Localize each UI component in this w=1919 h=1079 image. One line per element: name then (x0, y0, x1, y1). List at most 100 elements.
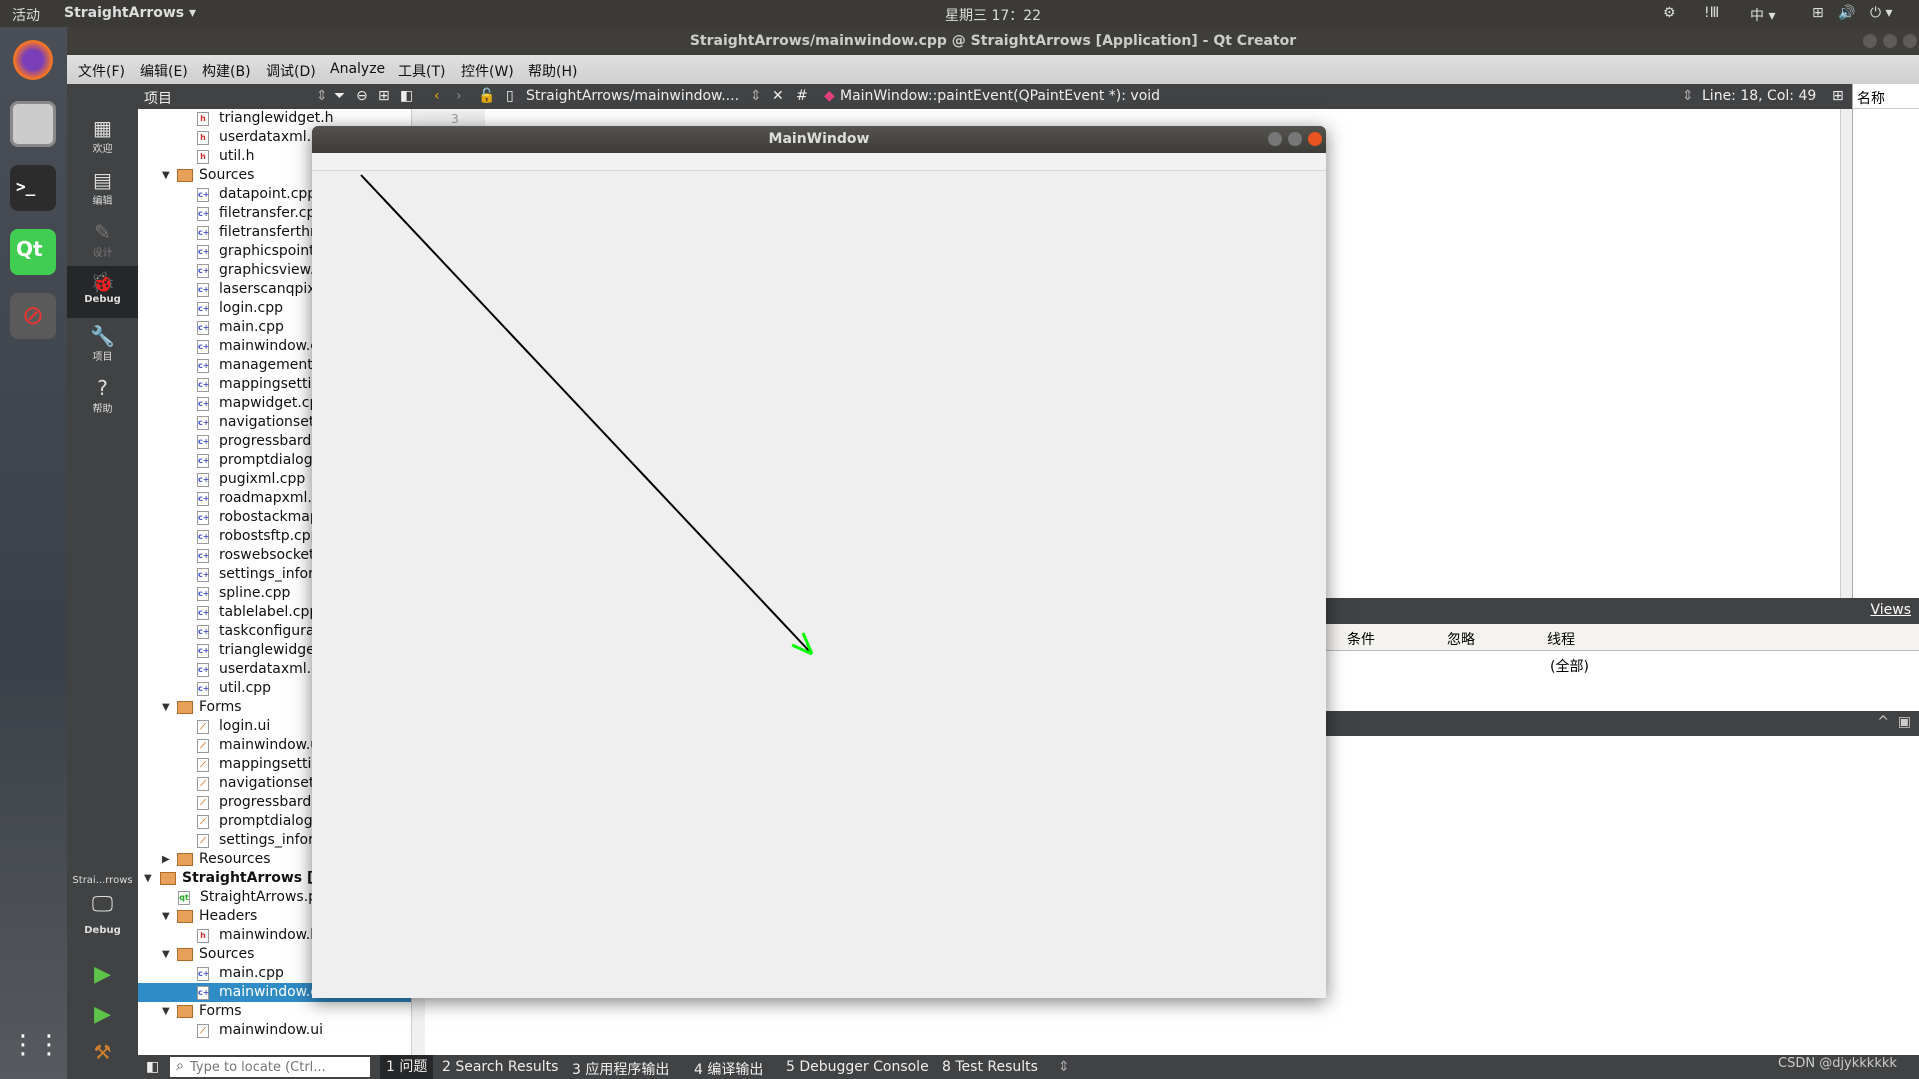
arrow-canvas (360, 174, 814, 656)
tab-app-output[interactable]: 3 应用程序输出 (572, 1059, 669, 1079)
column-condition[interactable]: 条件 (1347, 629, 1375, 649)
symbol-selector[interactable]: MainWindow::paintEvent(QPaintEvent *): v… (840, 88, 1160, 104)
minimize-button[interactable] (1863, 34, 1877, 48)
tab-debugger-console[interactable]: 5 Debugger Console (786, 1059, 929, 1075)
maximize-panel-icon[interactable]: ▣ (1898, 714, 1911, 730)
locate-input[interactable] (170, 1057, 370, 1077)
tab-issues[interactable]: 1 问题 (380, 1055, 434, 1079)
cpp-file-icon: c+ (197, 663, 209, 677)
menu-controls[interactable]: 控件(W) (461, 61, 514, 81)
firefox-icon[interactable] (10, 37, 56, 83)
close-document-icon[interactable]: ✕ (772, 88, 784, 104)
folder-icon (177, 910, 193, 923)
tray-app-icon[interactable]: ⚙ (1663, 5, 1676, 21)
mode-design[interactable]: ✎ 设计 (67, 216, 138, 266)
collapse-icon[interactable]: ▼ (144, 869, 152, 888)
tree-item-label: robostackmap (219, 509, 319, 525)
tree-item-label: mappingsettin (219, 756, 321, 772)
search-icon: ⌕ (176, 1058, 184, 1074)
cpp-file-icon: c+ (197, 302, 209, 316)
column-thread[interactable]: 线程 (1547, 629, 1575, 649)
header-file-icon: h (197, 150, 209, 164)
kit-project[interactable]: Strai...rrows (67, 875, 138, 886)
run-icon[interactable]: ▶ (67, 962, 138, 987)
app-menu[interactable]: StraightArrows ▾ (64, 5, 196, 21)
collapse-icon[interactable]: ▼ (162, 166, 170, 185)
cursor-position[interactable]: Line: 18, Col: 49 (1702, 88, 1816, 104)
views-button[interactable]: Views (1870, 602, 1911, 618)
network-icon[interactable]: ⊞ (1812, 5, 1824, 21)
close-sidebar-icon[interactable]: ◧ (400, 88, 413, 104)
menu-bar: 文件(F) 编辑(E) 构建(B) 调试(D) Analyze 工具(T) 控件… (67, 55, 1919, 84)
tab-test-results[interactable]: 8 Test Results (942, 1059, 1038, 1075)
split-editor-icon[interactable]: ⊞ (1832, 88, 1844, 104)
project-view-selector[interactable]: 项目 (144, 88, 172, 108)
file-selector-arrows-icon[interactable]: ⇕ (750, 88, 762, 104)
split-icon[interactable]: ⊞ (378, 88, 390, 104)
menu-analyze[interactable]: Analyze (330, 61, 385, 77)
column-ignore[interactable]: 忽略 (1447, 629, 1475, 649)
toggle-sidebar-icon[interactable]: ◧ (146, 1059, 159, 1075)
tab-search-results[interactable]: 2 Search Results (442, 1059, 558, 1075)
tree-item-label: main.cpp (219, 965, 284, 981)
volume-icon[interactable]: 🔊 (1838, 5, 1855, 21)
cpp-file-icon: c+ (197, 321, 209, 335)
forward-icon[interactable]: › (456, 88, 462, 104)
menu-tools[interactable]: 工具(T) (398, 61, 445, 81)
show-apps-icon[interactable]: ⋮⋮⋮ (10, 1022, 88, 1068)
menu-debug[interactable]: 调试(D) (266, 61, 316, 81)
tree-item-label: graphicspointv (219, 243, 323, 259)
maximize-button[interactable] (1883, 34, 1897, 48)
collapse-icon[interactable]: ^ (1877, 714, 1889, 730)
qt-creator-icon[interactable]: Qt (10, 229, 56, 275)
straightarrows-app-icon[interactable]: ⊘ (10, 293, 56, 339)
link-icon[interactable]: ⊖ (356, 88, 368, 104)
close-button[interactable] (1903, 34, 1917, 48)
terminal-icon[interactable]: >_ (10, 165, 56, 211)
menu-file[interactable]: 文件(F) (78, 61, 125, 81)
debug-run-icon[interactable]: ▶ (67, 1002, 138, 1027)
activities-button[interactable]: 活动 (12, 5, 40, 25)
view-selector-arrows-icon[interactable]: ⇕ (316, 88, 328, 104)
mode-welcome[interactable]: ▦ 欢迎 (67, 112, 138, 162)
mode-debug[interactable]: 🐞 Debug (67, 266, 138, 318)
tree-item-label: robostsftp.cpp (219, 528, 320, 544)
tab-compile-output[interactable]: 4 编译输出 (694, 1059, 763, 1079)
input-method-icon[interactable]: !Ⅲ (1704, 5, 1719, 21)
expand-icon[interactable]: ▶ (162, 850, 170, 869)
clock[interactable]: 星期三 17：22 (945, 5, 1041, 25)
back-icon[interactable]: ‹ (434, 88, 440, 104)
mode-help[interactable]: ? 帮助 (67, 372, 138, 422)
menu-build[interactable]: 构建(B) (202, 61, 251, 81)
window-title: StraightArrows/mainwindow.cpp @ Straight… (689, 33, 1297, 49)
tree-item-label: pugixml.cpp (219, 471, 306, 487)
open-file-selector[interactable]: StraightArrows/mainwindow.... (526, 88, 739, 104)
thread-cell[interactable]: (全部) (1550, 656, 1589, 676)
collapse-icon[interactable]: ▼ (162, 907, 170, 926)
language-menu[interactable]: 中 ▾ (1750, 5, 1775, 25)
filter-icon[interactable]: ⏷ (334, 88, 345, 104)
symbol-arrows-icon[interactable]: ⇕ (1682, 88, 1694, 104)
collapse-icon[interactable]: ▼ (162, 945, 170, 964)
collapse-icon[interactable]: ▼ (162, 1002, 170, 1021)
tree-folder[interactable]: ▼ Forms (138, 1002, 411, 1021)
editor-scrollbar[interactable] (1840, 109, 1852, 598)
menu-help[interactable]: 帮助(H) (528, 61, 577, 81)
folder-icon (177, 948, 193, 961)
header-file-icon: h (197, 112, 209, 126)
files-icon[interactable] (10, 101, 56, 147)
mode-projects[interactable]: 🔧 项目 (67, 320, 138, 370)
monitor-icon[interactable]: 🖵 (67, 892, 138, 917)
collapse-icon[interactable]: ▼ (162, 698, 170, 717)
cpp-file-icon: c+ (197, 587, 209, 601)
tree-item-label: Sources (199, 167, 255, 183)
tree-file[interactable]: ⟋ mainwindow.ui (138, 1021, 411, 1040)
more-tabs-icon[interactable]: ⇕ (1058, 1059, 1070, 1075)
tree-item-label: login.cpp (219, 300, 284, 316)
tree-item-label: graphicsview.c (219, 262, 322, 278)
menu-edit[interactable]: 编辑(E) (140, 61, 188, 81)
power-menu[interactable]: ⏻ ▾ (1870, 5, 1893, 21)
lock-icon[interactable]: 🔓 (478, 88, 495, 104)
build-hammer-icon[interactable]: ⚒ (67, 1040, 138, 1064)
mode-edit[interactable]: ▤ 编辑 (67, 164, 138, 214)
